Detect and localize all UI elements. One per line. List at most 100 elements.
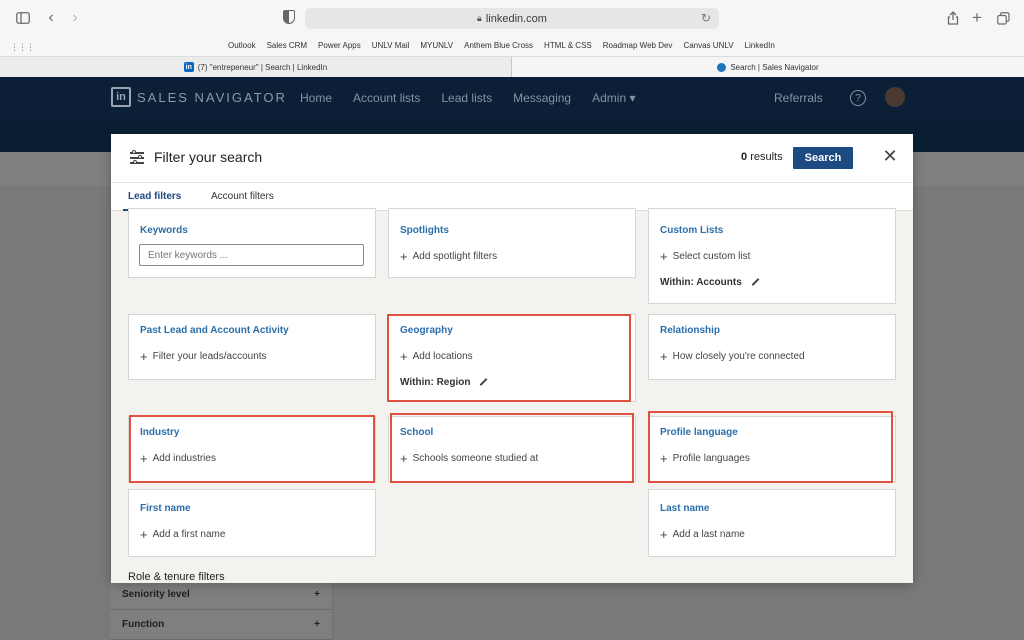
pencil-icon[interactable] xyxy=(750,278,759,287)
plus-icon: + xyxy=(660,450,668,466)
filter-tabs: Lead filters Account filters xyxy=(111,182,913,211)
card-title: First name xyxy=(140,503,191,514)
add-filter-link[interactable]: + Filter your leads/accounts xyxy=(140,350,267,363)
favorite-link[interactable]: Power Apps xyxy=(318,41,361,50)
address-bar[interactable]: 🔒︎ linkedin.com ↻ xyxy=(305,8,719,29)
nav-admin[interactable]: Admin ▾ xyxy=(592,91,635,105)
add-filter-label: Profile languages xyxy=(672,453,750,464)
close-icon[interactable]: ✕ xyxy=(882,147,898,165)
browser-tab-sales-navigator[interactable]: Search | Sales Navigator xyxy=(512,57,1024,77)
forward-icon[interactable]: › xyxy=(66,9,84,27)
nav-referrals[interactable]: Referrals xyxy=(774,91,823,105)
custom-lists-card[interactable]: Custom Lists + Select custom list Within:… xyxy=(648,208,896,304)
nav-account-lists[interactable]: Account lists xyxy=(353,91,420,105)
card-title: Relationship xyxy=(660,325,721,336)
within-setting[interactable]: Within: Region xyxy=(400,377,487,388)
tab-label: (7) "entrepeneur" | Search | LinkedIn xyxy=(197,62,328,72)
add-filter-label: Select custom list xyxy=(672,251,751,262)
browser-tab-linkedin[interactable]: in (7) "entrepeneur" | Search | LinkedIn xyxy=(0,57,512,77)
brand-name: SALES NAVIGATOR xyxy=(137,89,287,105)
nav-messaging[interactable]: Messaging xyxy=(513,91,571,105)
sliders-icon xyxy=(130,150,144,164)
sidebar-item-seniority[interactable]: Seniority level + xyxy=(110,580,332,610)
nav-lead-lists[interactable]: Lead lists xyxy=(441,91,492,105)
sidebar-toggle-icon[interactable] xyxy=(14,9,32,27)
results-label: results xyxy=(750,151,783,163)
plus-icon: + xyxy=(314,619,320,630)
card-title: Profile language xyxy=(660,427,738,438)
nav-home[interactable]: Home xyxy=(300,91,332,105)
within-setting[interactable]: Within: Accounts xyxy=(660,277,759,288)
add-filter-label: Filter your leads/accounts xyxy=(152,351,267,362)
plus-icon: + xyxy=(400,248,408,264)
modal-title: Filter your search xyxy=(154,149,263,165)
sales-navigator-header: in SALES NAVIGATOR Home Account lists Le… xyxy=(0,77,1024,119)
favorite-link[interactable]: UNLV Mail xyxy=(372,41,410,50)
add-filter-label: Add a first name xyxy=(152,529,226,540)
geography-card[interactable]: Geography + Add locations Within: Region xyxy=(388,314,636,402)
favorite-link[interactable]: LinkedIn xyxy=(745,41,775,50)
linkedin-logo-icon: in xyxy=(111,87,131,107)
lock-icon: 🔒︎ xyxy=(477,13,482,23)
filter-modal: Filter your search 0 results Search ✕ Le… xyxy=(111,134,913,583)
add-filter-label: Add locations xyxy=(412,351,473,362)
new-tab-icon[interactable]: + xyxy=(968,8,986,27)
add-filter-link[interactable]: + Add spotlight filters xyxy=(400,248,498,264)
pencil-icon[interactable] xyxy=(478,378,487,387)
add-filter-link[interactable]: + Schools someone studied at xyxy=(400,450,538,466)
favorite-link[interactable]: Anthem Blue Cross xyxy=(464,41,533,50)
tab-overview-icon[interactable] xyxy=(994,9,1012,27)
past-activity-card[interactable]: Past Lead and Account Activity + Filter y… xyxy=(128,314,376,380)
within-label: Within: Accounts xyxy=(660,277,742,288)
favorite-link[interactable]: Canvas UNLV xyxy=(683,41,733,50)
url-text: linkedin.com xyxy=(485,12,547,25)
industry-card[interactable]: Industry + Add industries xyxy=(128,416,376,482)
add-filter-link[interactable]: + Add a last name xyxy=(660,528,745,541)
first-name-card[interactable]: First name + Add a first name xyxy=(128,489,376,557)
browser-toolbar: ‹ › 🔒︎ linkedin.com ↻ + xyxy=(0,0,1024,37)
reload-icon[interactable]: ↻ xyxy=(701,11,711,25)
add-filter-link[interactable]: + Select custom list xyxy=(660,250,751,263)
plus-icon: + xyxy=(660,348,668,364)
profile-language-card[interactable]: Profile language + Profile languages xyxy=(648,416,896,482)
section-heading-role-tenure: Role & tenure filters xyxy=(128,571,225,583)
favorite-link[interactable]: Roadmap Web Dev xyxy=(603,41,673,50)
favorite-link[interactable]: Sales CRM xyxy=(267,41,307,50)
results-number: 0 xyxy=(741,151,748,163)
avatar[interactable] xyxy=(885,87,905,107)
add-filter-link[interactable]: + Add industries xyxy=(140,452,216,465)
spotlights-card[interactable]: Spotlights + Add spotlight filters xyxy=(388,208,636,278)
tab-account-filters[interactable]: Account filters xyxy=(211,191,274,202)
tab-lead-filters[interactable]: Lead filters xyxy=(128,191,181,202)
keywords-card: Keywords xyxy=(128,208,376,278)
browser-tabs: in (7) "entrepeneur" | Search | LinkedIn… xyxy=(0,57,1024,77)
add-filter-label: Add spotlight filters xyxy=(412,251,498,262)
plus-icon: + xyxy=(400,450,408,466)
add-filter-link[interactable]: + Profile languages xyxy=(660,450,750,466)
favorite-link[interactable]: Outlook xyxy=(228,41,256,50)
last-name-card[interactable]: Last name + Add a last name xyxy=(648,489,896,557)
add-filter-label: Add industries xyxy=(152,453,216,464)
help-icon[interactable]: ? xyxy=(850,90,866,106)
add-filter-link[interactable]: + Add a first name xyxy=(140,528,226,541)
sales-navigator-logo[interactable]: in SALES NAVIGATOR xyxy=(111,87,287,107)
relationship-card[interactable]: Relationship + How closely you're connect… xyxy=(648,314,896,380)
add-filter-link[interactable]: + How closely you're connected xyxy=(660,348,805,364)
privacy-shield-icon[interactable] xyxy=(283,10,295,24)
favorite-link[interactable]: HTML & CSS xyxy=(544,41,592,50)
tab-label: Search | Sales Navigator xyxy=(730,62,819,72)
search-button[interactable]: Search xyxy=(793,147,853,169)
card-title: Keywords xyxy=(140,225,188,236)
add-filter-link[interactable]: + Add locations xyxy=(400,350,473,363)
school-card[interactable]: School + Schools someone studied at xyxy=(388,416,636,482)
share-icon[interactable] xyxy=(944,9,962,27)
card-title: Custom Lists xyxy=(660,225,724,236)
favorite-link[interactable]: MYUNLV xyxy=(420,41,453,50)
keywords-input[interactable] xyxy=(139,244,364,266)
back-icon[interactable]: ‹ xyxy=(42,9,60,27)
grid-icon[interactable]: ⋮⋮⋮ xyxy=(10,42,35,53)
sidebar-item-label: Function xyxy=(122,619,165,630)
card-title: Geography xyxy=(400,325,453,336)
sidebar-item-function[interactable]: Function + xyxy=(110,610,332,640)
linkedin-favicon-icon: in xyxy=(183,62,194,72)
